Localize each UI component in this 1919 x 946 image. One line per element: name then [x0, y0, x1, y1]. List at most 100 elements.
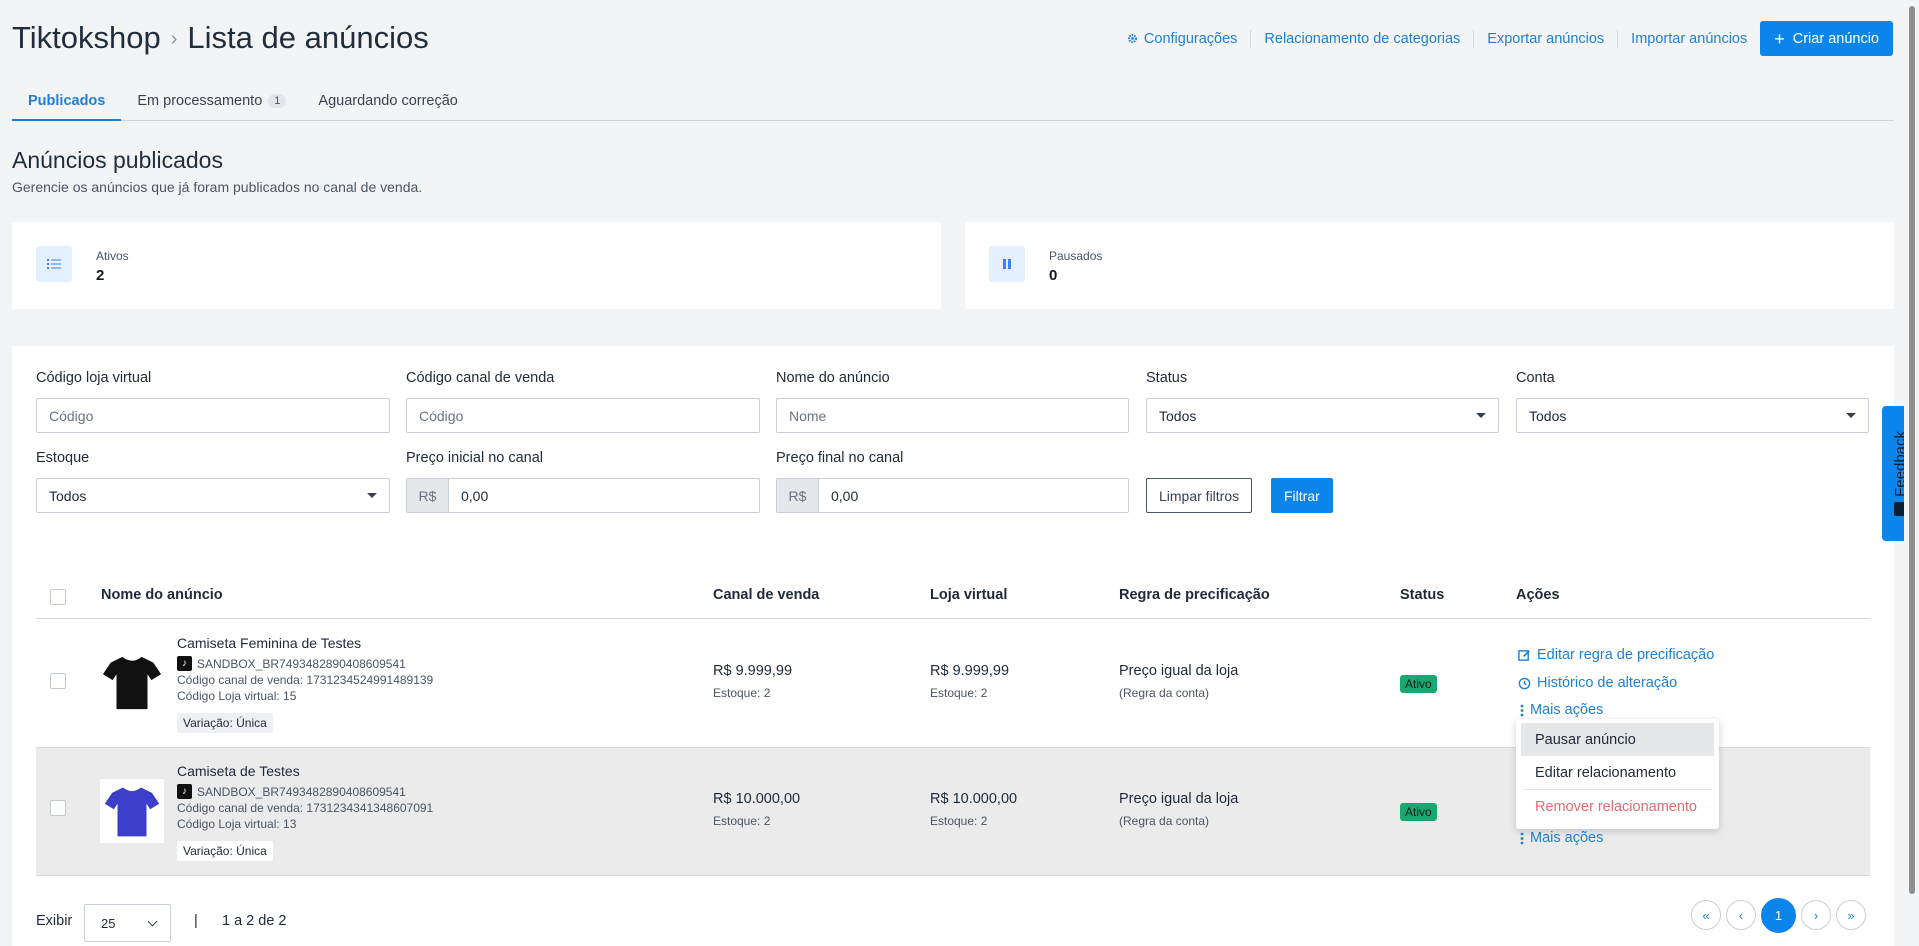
pause-icon: [989, 246, 1025, 282]
tab-aguardando-correcao[interactable]: Aguardando correção: [302, 86, 473, 121]
select-value: Todos: [1159, 407, 1197, 424]
page-title: Tiktokshop › Lista de anúncios: [12, 20, 429, 56]
divider: |: [194, 913, 198, 929]
history-icon: [1518, 677, 1531, 689]
row-checkbox[interactable]: [50, 800, 66, 816]
more-actions-menu: Pausar anúncio Editar relacionamento Rem…: [1516, 719, 1719, 829]
filter-label: Código canal de venda: [406, 370, 555, 386]
stat-label: Ativos: [96, 249, 129, 263]
more-actions-link[interactable]: Mais ações: [1520, 830, 1603, 846]
store-code-input[interactable]: Código: [36, 398, 390, 433]
next-page-button[interactable]: ›: [1801, 900, 1831, 930]
per-page-select[interactable]: 25: [84, 904, 171, 942]
pause-listing-option[interactable]: Pausar anúncio: [1521, 723, 1714, 756]
breadcrumb-root[interactable]: Tiktokshop: [12, 20, 161, 55]
first-page-button[interactable]: «: [1691, 900, 1721, 930]
initial-price-input[interactable]: R$ 0,00: [406, 478, 760, 513]
filter-label: Código loja virtual: [36, 370, 152, 386]
breadcrumb-separator: ›: [170, 28, 178, 50]
sku-text: SANDBOX_BR7493482890408609541: [197, 784, 406, 799]
column-header: Loja virtual: [930, 587, 1008, 603]
tiktok-icon: ♪: [177, 656, 192, 671]
product-sku: ♪ SANDBOX_BR7493482890408609541: [177, 784, 406, 799]
variation-tag: Variação: Única: [177, 713, 273, 733]
prev-page-button[interactable]: ‹: [1726, 900, 1756, 930]
filter-label: Preço inicial no canal: [406, 450, 544, 466]
settings-link[interactable]: Configurações: [1114, 29, 1252, 48]
channel-code-input[interactable]: Código: [406, 398, 760, 433]
list-icon: [36, 246, 72, 282]
section-title: Anúncios publicados: [12, 147, 223, 173]
more-vertical-icon: [1520, 832, 1524, 844]
product-sku: ♪ SANDBOX_BR7493482890408609541: [177, 656, 406, 671]
filter-label: Conta: [1516, 370, 1555, 386]
stat-value: 0: [1049, 267, 1058, 284]
select-value: 25: [101, 915, 116, 931]
create-listing-label: Criar anúncio: [1792, 30, 1879, 47]
channel-price: R$ 9.999,99: [713, 663, 793, 679]
product-name[interactable]: Camiseta de Testes: [177, 763, 300, 779]
channel-code: Código canal de venda: 17312343413486070…: [177, 801, 434, 815]
filter-button[interactable]: Filtrar: [1271, 478, 1333, 513]
filter-label: Status: [1146, 370, 1188, 386]
stat-card-active: Ativos 2: [12, 222, 941, 309]
tab-bar: Publicados Em processamento 1 Aguardando …: [12, 86, 1894, 121]
settings-link-label: Configurações: [1143, 30, 1238, 47]
table-header: Nome do anúncio Canal de venda Loja virt…: [36, 577, 1870, 619]
category-mapping-link[interactable]: Relacionamento de categorias: [1251, 29, 1475, 48]
store-code: Código Loja virtual: 15: [177, 689, 297, 703]
tab-publicados[interactable]: Publicados: [12, 86, 122, 121]
channel-stock: Estoque: 2: [713, 686, 771, 700]
select-all-checkbox[interactable]: [50, 589, 66, 605]
count-badge: 1: [268, 94, 287, 108]
tab-label: Em processamento: [137, 93, 263, 109]
last-page-button[interactable]: »: [1836, 900, 1866, 930]
row-checkbox[interactable]: [50, 673, 66, 689]
product-name[interactable]: Camiseta Feminina de Testes: [177, 635, 361, 651]
status-badge: Ativo: [1400, 803, 1437, 821]
column-header: Regra de precificação: [1119, 587, 1270, 603]
account-select[interactable]: Todos: [1516, 398, 1869, 433]
channel-code: Código canal de venda: 17312345249914891…: [177, 673, 434, 687]
store-code: Código Loja virtual: 13: [177, 817, 297, 831]
create-listing-button[interactable]: + Criar anúncio: [1760, 21, 1893, 56]
section-subtitle: Gerencie os anúncios que já foram public…: [12, 179, 423, 195]
edit-pricing-rule-link[interactable]: Editar regra de precificação: [1518, 647, 1714, 663]
remove-mapping-option[interactable]: Remover relacionamento: [1521, 790, 1714, 823]
export-link[interactable]: Exportar anúncios: [1474, 29, 1619, 48]
stat-card-paused: Pausados 0: [965, 222, 1894, 309]
header-actions: Configurações Relacionamento de categori…: [1114, 21, 1893, 56]
column-header: Canal de venda: [713, 587, 820, 603]
action-label: Mais ações: [1530, 702, 1604, 718]
clear-filters-button[interactable]: Limpar filtros: [1146, 478, 1253, 513]
more-vertical-icon: [1520, 704, 1524, 716]
action-label: Mais ações: [1530, 830, 1604, 846]
page-1-button[interactable]: 1: [1761, 898, 1796, 933]
pagination: « ‹ 1 › »: [1691, 898, 1866, 933]
per-page-label: Exibir: [36, 913, 73, 929]
scrollbar-thumb[interactable]: [1909, 6, 1915, 894]
filter-label: Preço final no canal: [776, 450, 904, 466]
stock-select[interactable]: Todos: [36, 478, 390, 513]
status-select[interactable]: Todos: [1146, 398, 1499, 433]
caret-down-icon: [1846, 413, 1856, 418]
import-link[interactable]: Importar anúncios: [1618, 30, 1760, 48]
more-actions-link[interactable]: Mais ações: [1520, 702, 1603, 718]
page-title-text: Lista de anúncios: [187, 20, 429, 55]
final-price-input[interactable]: R$ 0,00: [776, 478, 1129, 513]
pricing-rule-source: (Regra da conta): [1119, 686, 1210, 700]
price-value: 0,00: [461, 487, 489, 504]
chevron-down-icon: [147, 916, 158, 926]
tab-label: Publicados: [28, 93, 106, 109]
plus-icon: +: [1774, 28, 1785, 49]
select-value: Todos: [49, 487, 87, 504]
edit-mapping-option[interactable]: Editar relacionamento: [1521, 756, 1714, 789]
product-thumbnail: [100, 779, 164, 843]
currency-prefix: R$: [407, 479, 449, 512]
caret-down-icon: [1476, 413, 1486, 418]
pricing-rule: Preço igual da loja: [1119, 791, 1239, 807]
store-price: R$ 9.999,99: [930, 663, 1010, 679]
tab-em-processamento[interactable]: Em processamento 1: [121, 86, 302, 121]
change-history-link[interactable]: Histórico de alteração: [1518, 675, 1677, 691]
listing-name-input[interactable]: Nome: [776, 398, 1129, 433]
